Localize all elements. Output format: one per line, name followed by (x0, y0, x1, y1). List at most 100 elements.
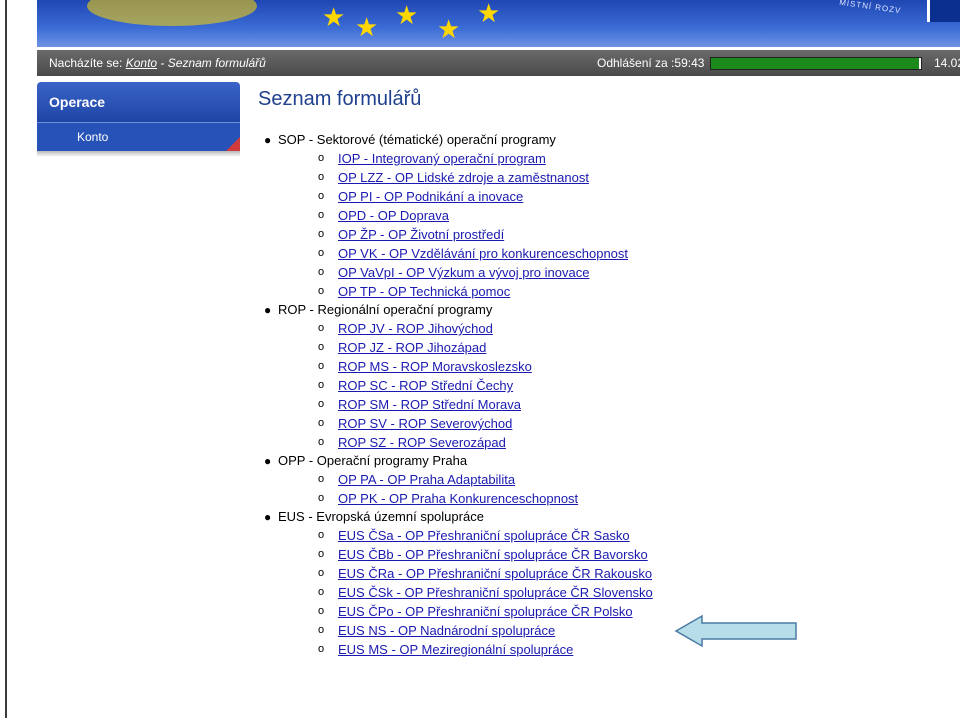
logout-label: Odhlášení za : (597, 56, 675, 70)
program-group: ● SOP - Sektorové (tématické) operační pr… (258, 131, 938, 301)
form-link[interactable]: OP PI - OP Podnikání a inovace (338, 189, 523, 204)
form-link[interactable]: OP ŽP - OP Životní prostředí (338, 227, 504, 242)
form-list-item: o EUS ČPo - OP Přeshraniční spolupráce ČR… (318, 602, 938, 621)
form-link[interactable]: OP LZZ - OP Lidské zdroje a zaměstnanost (338, 170, 589, 185)
circle-bullet-icon: o (318, 643, 325, 655)
session-progress-bar (710, 57, 922, 70)
form-link[interactable]: OP VaVpI - OP Výzkum a vývoj pro inovace (338, 265, 589, 280)
form-link[interactable]: IOP - Integrovaný operační program (338, 151, 546, 166)
form-list: o IOP - Integrovaný operační program o OP L… (278, 149, 938, 301)
bullet-icon: ● (264, 133, 272, 147)
form-list-item: o OP PI - OP Podnikání a inovace (318, 187, 938, 206)
circle-bullet-icon: o (318, 152, 325, 164)
program-group-label: EUS - Evropská územní spolupráce (278, 509, 484, 524)
form-link[interactable]: OP PK - OP Praha Konkurenceschopnost (338, 491, 578, 506)
form-link[interactable]: ROP MS - ROP Moravskoslezsko (338, 359, 532, 374)
session-time: 14.02 (934, 56, 960, 70)
circle-bullet-icon: o (318, 417, 325, 429)
form-link[interactable]: EUS ČRa - OP Přeshraniční spolupráce ČR … (338, 566, 652, 581)
form-list-item: o OP VK - OP Vzdělávání pro konkurencesch… (318, 244, 938, 263)
form-link[interactable]: OP TP - OP Technická pomoc (338, 284, 510, 299)
left-arrow-icon (674, 614, 797, 648)
circle-bullet-icon: o (318, 436, 325, 448)
breadcrumb-prefix: Nacházíte se: (49, 56, 123, 70)
logout-timer: 59:43 (674, 56, 705, 70)
form-list-item: o EUS NS - OP Nadnárodní spolupráce (318, 621, 938, 640)
circle-bullet-icon: o (318, 190, 325, 202)
circle-bullet-icon: o (318, 379, 325, 391)
page-title: Seznam formulářů (258, 88, 422, 110)
form-list-item: o ROP SM - ROP Střední Morava (318, 395, 938, 414)
form-link[interactable]: OP PA - OP Praha Adaptabilita (338, 472, 515, 487)
bullet-icon: ● (264, 303, 272, 317)
breadcrumb-link-konto[interactable]: Konto (126, 56, 157, 70)
form-list-item: o EUS ČBb - OP Přeshraniční spolupráce ČR… (318, 545, 938, 564)
form-link[interactable]: ROP JZ - ROP Jihozápad (338, 340, 486, 355)
form-list-item: o OP VaVpI - OP Výzkum a vývoj pro inovac… (318, 263, 938, 282)
form-link[interactable]: EUS ČBb - OP Přeshraniční spolupráce ČR … (338, 547, 648, 562)
form-link[interactable]: EUS NS - OP Nadnárodní spolupráce (338, 623, 555, 638)
form-list-item: o OP PA - OP Praha Adaptabilita (318, 470, 938, 489)
circle-bullet-icon: o (318, 171, 325, 183)
star-icon: ★ (355, 12, 379, 42)
header-banner: ★ ★ ★ ★ ★ MÍSTNÍ ROZV (37, 0, 960, 47)
form-list-item: o OP LZZ - OP Lidské zdroje a zaměstnanos… (318, 168, 938, 187)
form-list-item: o EUS ČRa - OP Přeshraniční spolupráce ČR… (318, 564, 938, 583)
logo-swoosh (87, 0, 257, 26)
form-list-item: o EUS ČSk - OP Přeshraniční spolupráce ČR… (318, 583, 938, 602)
form-list-item: o ROP SC - ROP Střední Čechy (318, 376, 938, 395)
program-group-label: SOP - Sektorové (tématické) operační pro… (278, 132, 556, 147)
circle-bullet-icon: o (318, 492, 325, 504)
form-list-item: o IOP - Integrovaný operační program (318, 149, 938, 168)
sidebar-item-konto[interactable]: Konto (37, 122, 240, 151)
logout-countdown: Odhlášení za :59:43 (597, 56, 704, 70)
form-list-item: o OPD - OP Doprava (318, 206, 938, 225)
circle-bullet-icon: o (318, 285, 325, 297)
status-bar: Nacházíte se: Konto - Seznam formulářů O… (37, 50, 960, 76)
circle-bullet-icon: o (318, 341, 325, 353)
program-group-label: OPP - Operační programy Praha (278, 453, 468, 468)
form-link[interactable]: OPD - OP Doprava (338, 208, 449, 223)
form-link[interactable]: EUS MS - OP Meziregionální spolupráce (338, 642, 573, 657)
form-list-item: o ROP JZ - ROP Jihozápad (318, 338, 938, 357)
form-groups-list: ● SOP - Sektorové (tématické) operační pr… (258, 131, 938, 659)
program-group: ● OPP - Operační programy Praha o OP PA - O… (258, 452, 938, 508)
form-link[interactable]: EUS ČPo - OP Přeshraniční spolupráce ČR … (338, 604, 633, 619)
form-link[interactable]: EUS ČSa - OP Přeshraniční spolupráce ČR … (338, 528, 630, 543)
form-link[interactable]: ROP SM - ROP Střední Morava (338, 397, 521, 412)
form-link[interactable]: ROP JV - ROP Jihovýchod (338, 321, 493, 336)
form-list-item: o EUS ČSa - OP Přeshraniční spolupráce ČR… (318, 526, 938, 545)
banner-corner (927, 0, 960, 22)
circle-bullet-icon: o (318, 605, 325, 617)
form-link[interactable]: ROP SV - ROP Severovýchod (338, 416, 512, 431)
circle-bullet-icon: o (318, 322, 325, 334)
sidebar: Operace Konto (37, 82, 240, 157)
form-link[interactable]: OP VK - OP Vzdělávání pro konkurencescho… (338, 246, 628, 261)
form-list: o ROP JV - ROP Jihovýchod o ROP JZ - ROP Ji… (278, 319, 938, 452)
form-link[interactable]: ROP SC - ROP Střední Čechy (338, 378, 513, 393)
program-group: ● EUS - Evropská územní spolupráce o EUS ČS… (258, 508, 938, 659)
star-icon: ★ (477, 0, 501, 28)
bullet-icon: ● (264, 510, 272, 524)
banner-motto: MÍSTNÍ ROZV (839, 0, 903, 16)
breadcrumb-separator: - (160, 56, 165, 70)
form-list-item: o OP TP - OP Technická pomoc (318, 282, 938, 301)
circle-bullet-icon: o (318, 209, 325, 221)
form-list: o OP PA - OP Praha Adaptabilita o OP PK - O… (278, 470, 938, 508)
circle-bullet-icon: o (318, 266, 325, 278)
form-list-item: o OP PK - OP Praha Konkurenceschopnost (318, 489, 938, 508)
form-list-item: o ROP JV - ROP Jihovýchod (318, 319, 938, 338)
sidebar-shadow (37, 151, 240, 157)
sidebar-title: Operace (37, 82, 240, 122)
star-icon: ★ (437, 14, 461, 44)
circle-bullet-icon: o (318, 360, 325, 372)
session-progress-fill (711, 58, 919, 69)
form-list-item: o EUS MS - OP Meziregionální spolupráce (318, 640, 938, 659)
form-list-item: o OP ŽP - OP Životní prostředí (318, 225, 938, 244)
form-link[interactable]: ROP SZ - ROP Severozápad (338, 435, 506, 450)
circle-bullet-icon: o (318, 548, 325, 560)
circle-bullet-icon: o (318, 586, 325, 598)
circle-bullet-icon: o (318, 567, 325, 579)
main-content: Seznam formulářů ● SOP - Sektorové (témat… (258, 88, 938, 659)
form-link[interactable]: EUS ČSk - OP Přeshraniční spolupráce ČR … (338, 585, 653, 600)
